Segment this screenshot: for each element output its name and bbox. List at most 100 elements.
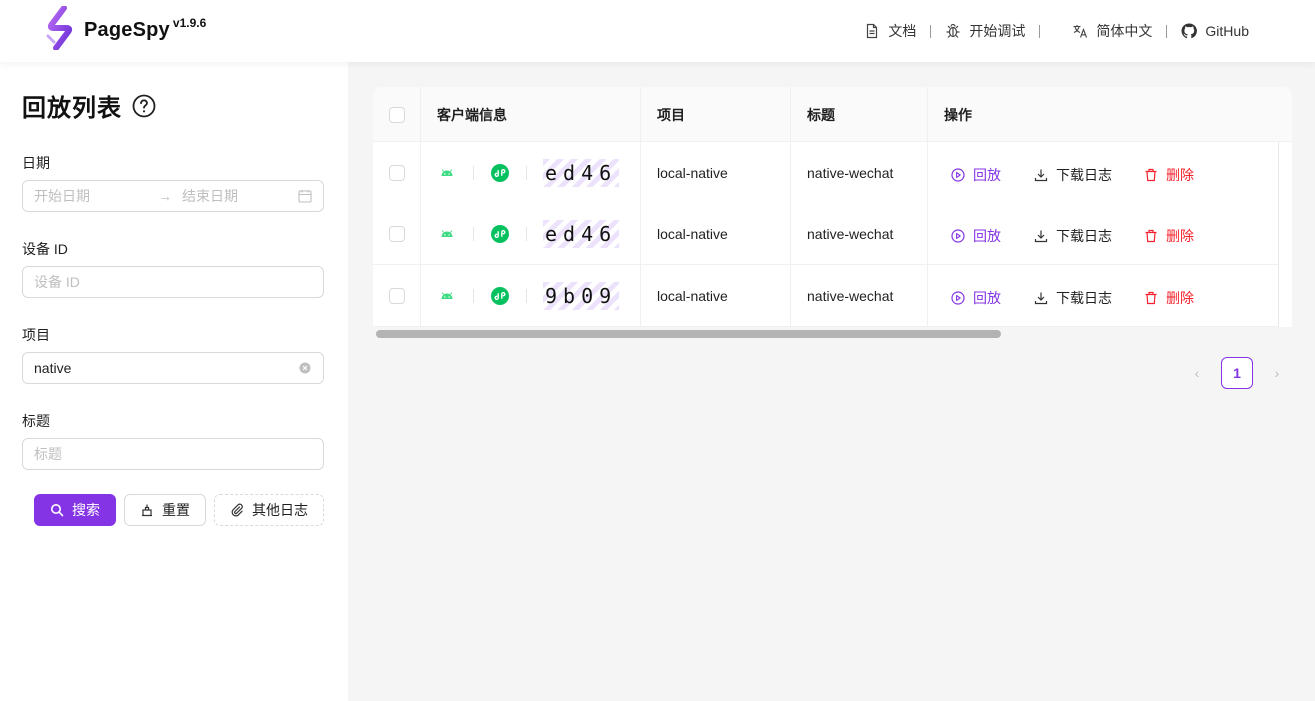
page-title: 回放列表 xyxy=(22,95,122,122)
brand-name: PageSpy xyxy=(84,19,170,41)
paperclip-icon xyxy=(231,503,243,517)
project-value: native xyxy=(34,360,72,376)
select-all-cell xyxy=(389,87,405,142)
table-row: ed46 local-native native-wechat 回放 下载日志 … xyxy=(373,203,1278,265)
column-divider xyxy=(790,142,791,203)
wechat-miniprogram-icon xyxy=(491,224,509,243)
project-select[interactable]: native xyxy=(22,352,324,384)
client-cell xyxy=(491,142,509,203)
download-log-button-label: 下载日志 xyxy=(1056,228,1112,244)
pagination-page-current[interactable]: 1 xyxy=(1221,357,1253,389)
column-header-title: 标题 xyxy=(807,106,835,123)
column-divider xyxy=(927,203,928,264)
column-divider xyxy=(790,203,791,264)
other-logs-button[interactable]: 其他日志 xyxy=(214,494,324,526)
nav-docs[interactable]: 文档 xyxy=(854,21,926,41)
replay-button[interactable]: 回放 xyxy=(951,165,1001,185)
column-divider xyxy=(420,142,421,203)
brand-version: v1.9.6 xyxy=(172,16,207,30)
date-label: 日期 xyxy=(22,155,50,171)
nav-start-debug[interactable]: 开始调试 xyxy=(935,21,1035,41)
date-range-picker[interactable]: 开始日期 → 结束日期 xyxy=(22,180,324,212)
wechat-miniprogram-icon xyxy=(491,163,509,182)
replay-table: 客户端信息 项目 标题 操作 ed46 local-native native-… xyxy=(373,87,1292,341)
delete-button[interactable]: 删除 xyxy=(1144,288,1194,308)
column-header-actions: 操作 xyxy=(944,106,972,123)
nav-language-label: 简体中文 xyxy=(1096,23,1153,39)
nav-divider xyxy=(1166,24,1168,38)
top-header: PageSpy v1.9.6 文档 开始调试 简体中文 GitHub xyxy=(0,0,1315,62)
row-checkbox[interactable] xyxy=(389,225,405,242)
search-button[interactable]: 搜索 xyxy=(34,494,116,526)
title-placeholder: 标题 xyxy=(34,446,62,462)
row-checkbox[interactable] xyxy=(389,164,405,181)
delete-button-label: 删除 xyxy=(1166,228,1194,244)
client-cell xyxy=(491,265,509,326)
device-id-label: 设备 ID xyxy=(22,241,68,257)
logo[interactable]: PageSpy v1.9.6 xyxy=(44,6,206,50)
title-input[interactable]: 标题 xyxy=(22,438,324,470)
column-divider xyxy=(927,87,928,142)
nav-language[interactable]: 简体中文 xyxy=(1062,21,1162,41)
delete-button[interactable]: 删除 xyxy=(1144,165,1194,185)
os-cell xyxy=(439,265,455,326)
column-divider xyxy=(790,87,791,142)
delete-button-label: 删除 xyxy=(1166,167,1194,183)
download-log-button[interactable]: 下载日志 xyxy=(1034,288,1112,308)
android-icon xyxy=(441,291,453,299)
sidebar-title-row: 回放列表 xyxy=(22,88,156,123)
column-header-client-info: 客户端信息 xyxy=(437,106,507,123)
play-circle-icon xyxy=(951,229,965,243)
column-divider xyxy=(640,142,641,203)
column-divider xyxy=(790,265,791,326)
start-date-placeholder[interactable]: 开始日期 xyxy=(34,186,156,206)
end-date-placeholder[interactable]: 结束日期 xyxy=(182,186,238,206)
column-divider xyxy=(420,87,421,142)
bug-icon xyxy=(946,23,960,38)
download-icon xyxy=(1034,292,1048,305)
column-divider xyxy=(640,265,641,326)
download-log-button[interactable]: 下载日志 xyxy=(1034,226,1112,246)
delete-button[interactable]: 删除 xyxy=(1144,226,1194,246)
project-cell: local-native xyxy=(657,287,728,304)
project-cell: local-native xyxy=(657,225,728,242)
column-divider xyxy=(420,203,421,264)
replay-button[interactable]: 回放 xyxy=(951,226,1001,246)
cell-divider xyxy=(473,227,474,241)
android-icon xyxy=(441,168,453,176)
column-divider xyxy=(927,142,928,203)
fixed-column-edge xyxy=(1278,142,1292,327)
trash-icon xyxy=(1145,229,1157,243)
reset-button[interactable]: 重置 xyxy=(124,494,206,526)
filter-sidebar: 回放列表 日期 开始日期 → 结束日期 设备 ID 设备 ID 项目 nativ… xyxy=(0,62,348,701)
horizontal-scrollbar-thumb[interactable] xyxy=(376,330,1001,338)
trash-icon xyxy=(1145,168,1157,182)
question-circle-icon[interactable] xyxy=(132,94,156,118)
pagination-next-button[interactable]: › xyxy=(1261,357,1293,389)
cell-divider xyxy=(473,166,474,180)
client-cell xyxy=(491,203,509,264)
select-all-checkbox[interactable] xyxy=(389,106,405,123)
project-label: 项目 xyxy=(22,327,50,343)
other-logs-button-label: 其他日志 xyxy=(252,502,308,518)
pagespy-logo-icon xyxy=(46,6,73,50)
table-row: ed46 local-native native-wechat 回放 下载日志 … xyxy=(373,142,1278,204)
os-cell xyxy=(439,203,455,264)
pagination-prev-button[interactable]: ‹ xyxy=(1181,357,1213,389)
replay-button-label: 回放 xyxy=(973,167,1001,183)
device-code-cell: ed46 xyxy=(543,142,620,203)
github-icon xyxy=(1181,23,1198,39)
search-icon xyxy=(51,504,64,517)
column-divider xyxy=(420,265,421,326)
device-id-input[interactable]: 设备 ID xyxy=(22,266,324,298)
download-log-button[interactable]: 下载日志 xyxy=(1034,165,1112,185)
nav-github[interactable]: GitHub xyxy=(1171,23,1259,39)
column-divider xyxy=(640,203,641,264)
play-circle-icon xyxy=(951,168,965,182)
device-code: ed46 xyxy=(543,158,620,187)
download-icon xyxy=(1034,169,1048,182)
clear-icon[interactable] xyxy=(299,362,311,374)
row-checkbox[interactable] xyxy=(389,287,405,304)
replay-button[interactable]: 回放 xyxy=(951,288,1001,308)
title-cell: native-wechat xyxy=(807,287,894,304)
